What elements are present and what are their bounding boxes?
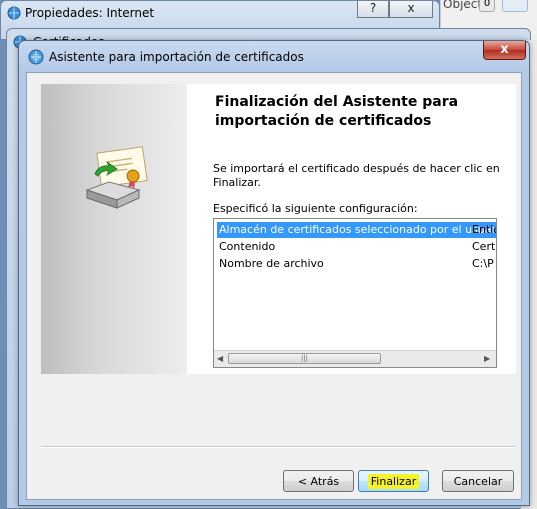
finish-label: Finalizar <box>367 474 420 489</box>
wizard-heading: Finalización del Asistente para importac… <box>215 94 459 129</box>
scroll-thumb[interactable]: ||| <box>228 353 381 364</box>
config-name: Nombre de archivo <box>219 257 324 270</box>
horizontal-scrollbar[interactable]: ◀ ||| ▶ <box>214 350 496 367</box>
config-value: Certi <box>472 240 497 253</box>
wizard-body: Finalización del Asistente para importac… <box>26 72 522 500</box>
cancel-button[interactable]: Cancelar <box>442 470 514 492</box>
certificate-import-wizard: Asistente para importación de certificad… <box>18 40 530 506</box>
config-name: Almacén de certificados seleccionado por… <box>217 222 496 238</box>
internet-options-icon <box>7 6 21 23</box>
close-button[interactable]: x <box>389 1 433 18</box>
close-button[interactable]: x <box>483 41 526 60</box>
back-button[interactable]: < Atrás <box>283 470 354 492</box>
blank-badge <box>502 0 528 12</box>
list-item[interactable]: Almacén de certificados seleccionado por… <box>214 222 496 238</box>
config-label: Especificó la siguiente configuración: <box>213 202 418 215</box>
button-separator <box>41 446 516 448</box>
scroll-right-icon[interactable]: ▶ <box>484 354 490 363</box>
wizard-content: Finalización del Asistente para importac… <box>187 84 516 374</box>
window-title: Propiedades: Internet <box>25 6 155 20</box>
certificate-wizard-icon <box>28 49 44 68</box>
dialog-title: Asistente para importación de certificad… <box>49 50 304 64</box>
help-button[interactable]: ? <box>357 1 389 18</box>
config-value: C:\P <box>472 257 494 270</box>
wizard-message: Se importará el certificado después de h… <box>213 162 500 189</box>
list-item[interactable]: Contenido Certi <box>214 239 497 255</box>
objects-count-badge: 0 <box>479 0 495 12</box>
certificate-import-art <box>81 144 151 217</box>
wizard-banner <box>41 84 187 374</box>
config-listview[interactable]: Almacén de certificados seleccionado por… <box>213 218 497 368</box>
list-item[interactable]: Nombre de archivo C:\P <box>214 256 496 272</box>
config-value: Entid <box>472 223 496 236</box>
config-name: Contenido <box>219 240 276 253</box>
scroll-left-icon[interactable]: ◀ <box>217 354 223 363</box>
finish-button[interactable]: Finalizar <box>358 470 429 492</box>
